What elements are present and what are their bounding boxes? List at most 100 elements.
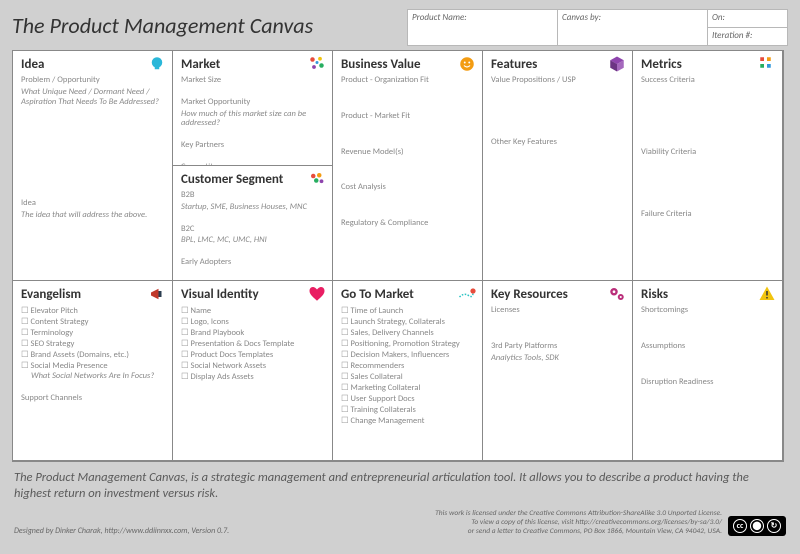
evan-c1: Elevator Pitch — [21, 306, 164, 317]
vis-c3: Brand Playbook — [181, 328, 324, 339]
lic2: To view a copy of this license, visit ht… — [435, 518, 722, 527]
gtm-c3: Sales, Delivery Channels — [341, 328, 474, 339]
gtm-c1: Time of Launch — [341, 306, 474, 317]
megaphone-icon — [148, 285, 166, 303]
grid-dots-icon — [758, 55, 776, 73]
metr-failure: Failure Criteria — [641, 210, 774, 220]
bval-marketfit: Product - Market Fit — [341, 112, 474, 122]
meta-iteration[interactable]: Iteration #: — [707, 27, 788, 46]
evan-c4: SEO Strategy — [21, 339, 164, 350]
gtm-c4: Positioning, Promotion Strategy — [341, 339, 474, 350]
risk-disrupt: Disruption Readiness — [641, 378, 774, 388]
cust-early: Early Adopters — [181, 258, 324, 268]
vis-c4: Presentation & Docs Template — [181, 339, 324, 350]
warning-icon — [758, 285, 776, 303]
heart-icon — [308, 285, 326, 303]
idea-idea-label: Idea — [21, 199, 164, 209]
kres-3rdparty: 3rd Party Platforms — [491, 342, 624, 352]
kres-heading: Key Resources — [491, 287, 624, 302]
box-go-to-market: Go To Market Time of Launch Launch Strat… — [332, 280, 483, 461]
box-metrics: Metrics Success Criteria Viability Crite… — [632, 50, 783, 281]
top-bar: The Product Management Canvas Product Na… — [12, 10, 788, 46]
cust-b2b-hint: Startup, SME, Business Houses, MNC — [181, 203, 324, 213]
cust-b2c: B2C — [181, 225, 324, 235]
risk-short: Shortcomings — [641, 306, 774, 316]
vis-c2: Logo, Icons — [181, 317, 324, 328]
vis-checklist: Name Logo, Icons Brand Playbook Presenta… — [181, 306, 324, 383]
market-opportunity: Market Opportunity — [181, 98, 324, 108]
vis-heading: Visual Identity — [181, 287, 324, 302]
box-risks: Risks Shortcomings Assumptions Disruptio… — [632, 280, 783, 461]
kres-licenses: Licenses — [491, 306, 624, 316]
market-partners: Key Partners — [181, 141, 324, 151]
box-business-value: Business Value Product - Organization Fi… — [332, 50, 483, 281]
vis-c6: Social Network Assets — [181, 361, 324, 372]
idea-heading: Idea — [21, 57, 164, 72]
evan-c6-hint: What Social Networks Are In Focus? — [21, 372, 164, 382]
vis-c1: Name — [181, 306, 324, 317]
evan-c2: Content Strategy — [21, 317, 164, 328]
gtm-c11: Change Management — [341, 416, 474, 427]
box-market: Market Market Size Market Opportunity Ho… — [172, 50, 333, 166]
evan-heading: Evangelism — [21, 287, 164, 302]
idea-idea-hint: The idea that will address the above. — [21, 211, 164, 221]
metr-viability: Viability Criteria — [641, 148, 774, 158]
meta-on[interactable]: On: — [707, 9, 788, 28]
bval-regulatory: Regulatory & Compliance — [341, 219, 474, 229]
market-size: Market Size — [181, 76, 324, 86]
lic3: or send a letter to Creative Commons, PO… — [435, 527, 722, 536]
kres-3rdparty-hint: Analytics Tools, SDK — [491, 354, 624, 364]
lightbulb-icon — [148, 55, 166, 73]
box-key-resources: Key Resources Licenses 3rd Party Platfor… — [482, 280, 633, 461]
risk-heading: Risks — [641, 287, 774, 302]
idea-problem-label: Problem / Opportunity — [21, 76, 164, 86]
page: The Product Management Canvas Product Na… — [0, 0, 800, 540]
gtm-heading: Go To Market — [341, 287, 474, 302]
feat-heading: Features — [491, 57, 624, 72]
footer: Designed by Dinker Charak, http://www.dd… — [12, 503, 788, 536]
gtm-c9: User Support Docs — [341, 394, 474, 405]
bval-orgfit: Product - Organization Fit — [341, 76, 474, 86]
map-pin-icon — [458, 285, 476, 303]
evan-c5: Brand Assets (Domains, etc.) — [21, 350, 164, 361]
tagline: The Product Management Canvas, is a stra… — [12, 462, 788, 503]
meta-canvas-by[interactable]: Canvas by: — [557, 9, 708, 46]
risk-assump: Assumptions — [641, 342, 774, 352]
sa-icon: ↻ — [767, 519, 781, 533]
cc-icon: cc — [733, 519, 747, 533]
page-title: The Product Management Canvas — [12, 10, 408, 39]
feat-other: Other Key Features — [491, 138, 624, 148]
market-heading: Market — [181, 57, 324, 72]
lic1: This work is licensed under the Creative… — [435, 509, 722, 518]
people-group-icon — [308, 170, 326, 188]
vis-c5: Product Docs Templates — [181, 350, 324, 361]
globe-dots-icon — [308, 55, 326, 73]
cc-badge: cc ⬤ ↻ — [728, 516, 786, 536]
evan-checklist: Elevator Pitch Content Strategy Terminol… — [21, 306, 164, 372]
metr-heading: Metrics — [641, 57, 774, 72]
meta-product-name[interactable]: Product Name: — [407, 9, 558, 46]
meta-grid: Product Name: Canvas by: On: Iteration #… — [408, 10, 788, 46]
gears-icon — [608, 285, 626, 303]
gtm-c2: Launch Strategy, Collaterals — [341, 317, 474, 328]
metr-success: Success Criteria — [641, 76, 774, 86]
box-evangelism: Evangelism Elevator Pitch Content Strate… — [12, 280, 173, 461]
gtm-checklist: Time of Launch Launch Strategy, Collater… — [341, 306, 474, 428]
box-visual-identity: Visual Identity Name Logo, Icons Brand P… — [172, 280, 333, 461]
gtm-c10: Training Collaterals — [341, 405, 474, 416]
cust-b2c-hint: BPL, LMC, MC, UMC, HNI — [181, 236, 324, 246]
cube-icon — [608, 55, 626, 73]
footer-designed: Designed by Dinker Charak, http://www.dd… — [14, 526, 229, 536]
gtm-c8: Marketing Collateral — [341, 383, 474, 394]
bval-cost: Cost Analysis — [341, 183, 474, 193]
gtm-c5: Decision Makers, Influencers — [341, 350, 474, 361]
market-opportunity-hint: How much of this market size can be addr… — [181, 110, 324, 130]
box-customer-segment: Customer Segment B2B Startup, SME, Busin… — [172, 165, 333, 281]
vis-c7: Display Ads Assets — [181, 372, 324, 383]
cust-b2b: B2B — [181, 191, 324, 201]
gtm-c6: Recommenders — [341, 361, 474, 372]
feat-usp: Value Propositions / USP — [491, 76, 624, 86]
gtm-c7: Sales Collateral — [341, 372, 474, 383]
bval-revenue: Revenue Model(s) — [341, 148, 474, 158]
footer-license: This work is licensed under the Creative… — [435, 509, 722, 536]
